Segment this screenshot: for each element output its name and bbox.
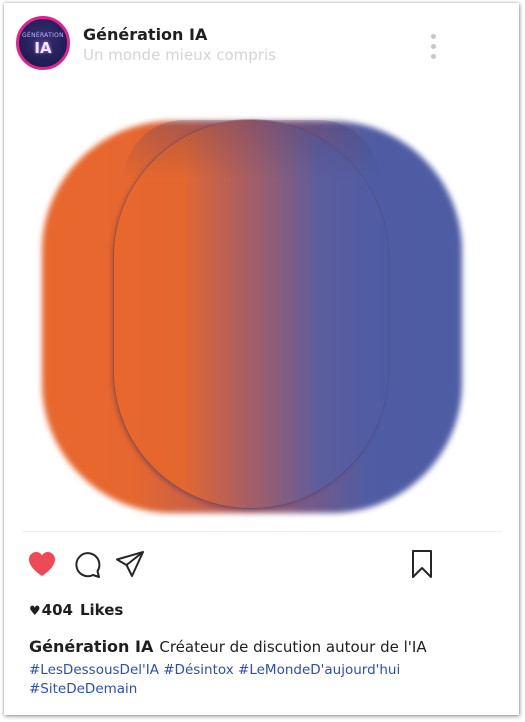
more-dot [431,54,436,59]
account-name[interactable]: Génération IA [83,25,207,44]
post-card: GÉNÉRATION IA Génération IA Un monde mie… [4,3,519,715]
comment-button[interactable] [71,548,103,580]
image-front-shape [114,120,388,508]
action-bar [4,548,519,588]
likes-label: Likes [79,601,124,619]
save-button[interactable] [406,548,438,580]
likes-count[interactable]: ♥404 Likes [29,601,123,619]
post-header: GÉNÉRATION IA Génération IA Un monde mie… [4,3,519,83]
send-icon [116,551,144,577]
likes-heart-icon: ♥ [29,604,41,619]
avatar[interactable]: GÉNÉRATION IA [16,16,70,70]
post-image[interactable] [4,83,519,533]
hashtag-list: #LesDessousDel'IA #Désintox #LeMondeD'au… [29,661,499,699]
bookmark-icon [412,550,432,578]
comment-icon [75,552,101,578]
avatar-main-text: IA [34,39,52,57]
hashtag-link[interactable]: #LeMondeD'aujourd'hui [238,662,400,678]
heart-icon [29,552,55,576]
hashtag-link[interactable]: #Désintox [163,662,233,678]
avatar-top-text: GÉNÉRATION [22,32,64,39]
more-dot [431,44,436,49]
caption-text: Créateur de discution autour de l'IA [159,638,427,656]
caption-author[interactable]: Génération IA [29,637,153,656]
hashtag-link[interactable]: #SiteDeDemain [29,681,137,697]
more-options-button[interactable] [422,30,444,64]
hashtag-link[interactable]: #LesDessousDel'IA [29,662,159,678]
more-vertical-icon [431,34,436,39]
account-subtitle: Un monde mieux compris [83,46,276,64]
like-button[interactable] [26,548,58,580]
caption: Génération IA Créateur de discution autou… [29,637,499,657]
divider [22,531,502,532]
share-button[interactable] [114,548,146,580]
likes-number: 404 [41,601,73,619]
